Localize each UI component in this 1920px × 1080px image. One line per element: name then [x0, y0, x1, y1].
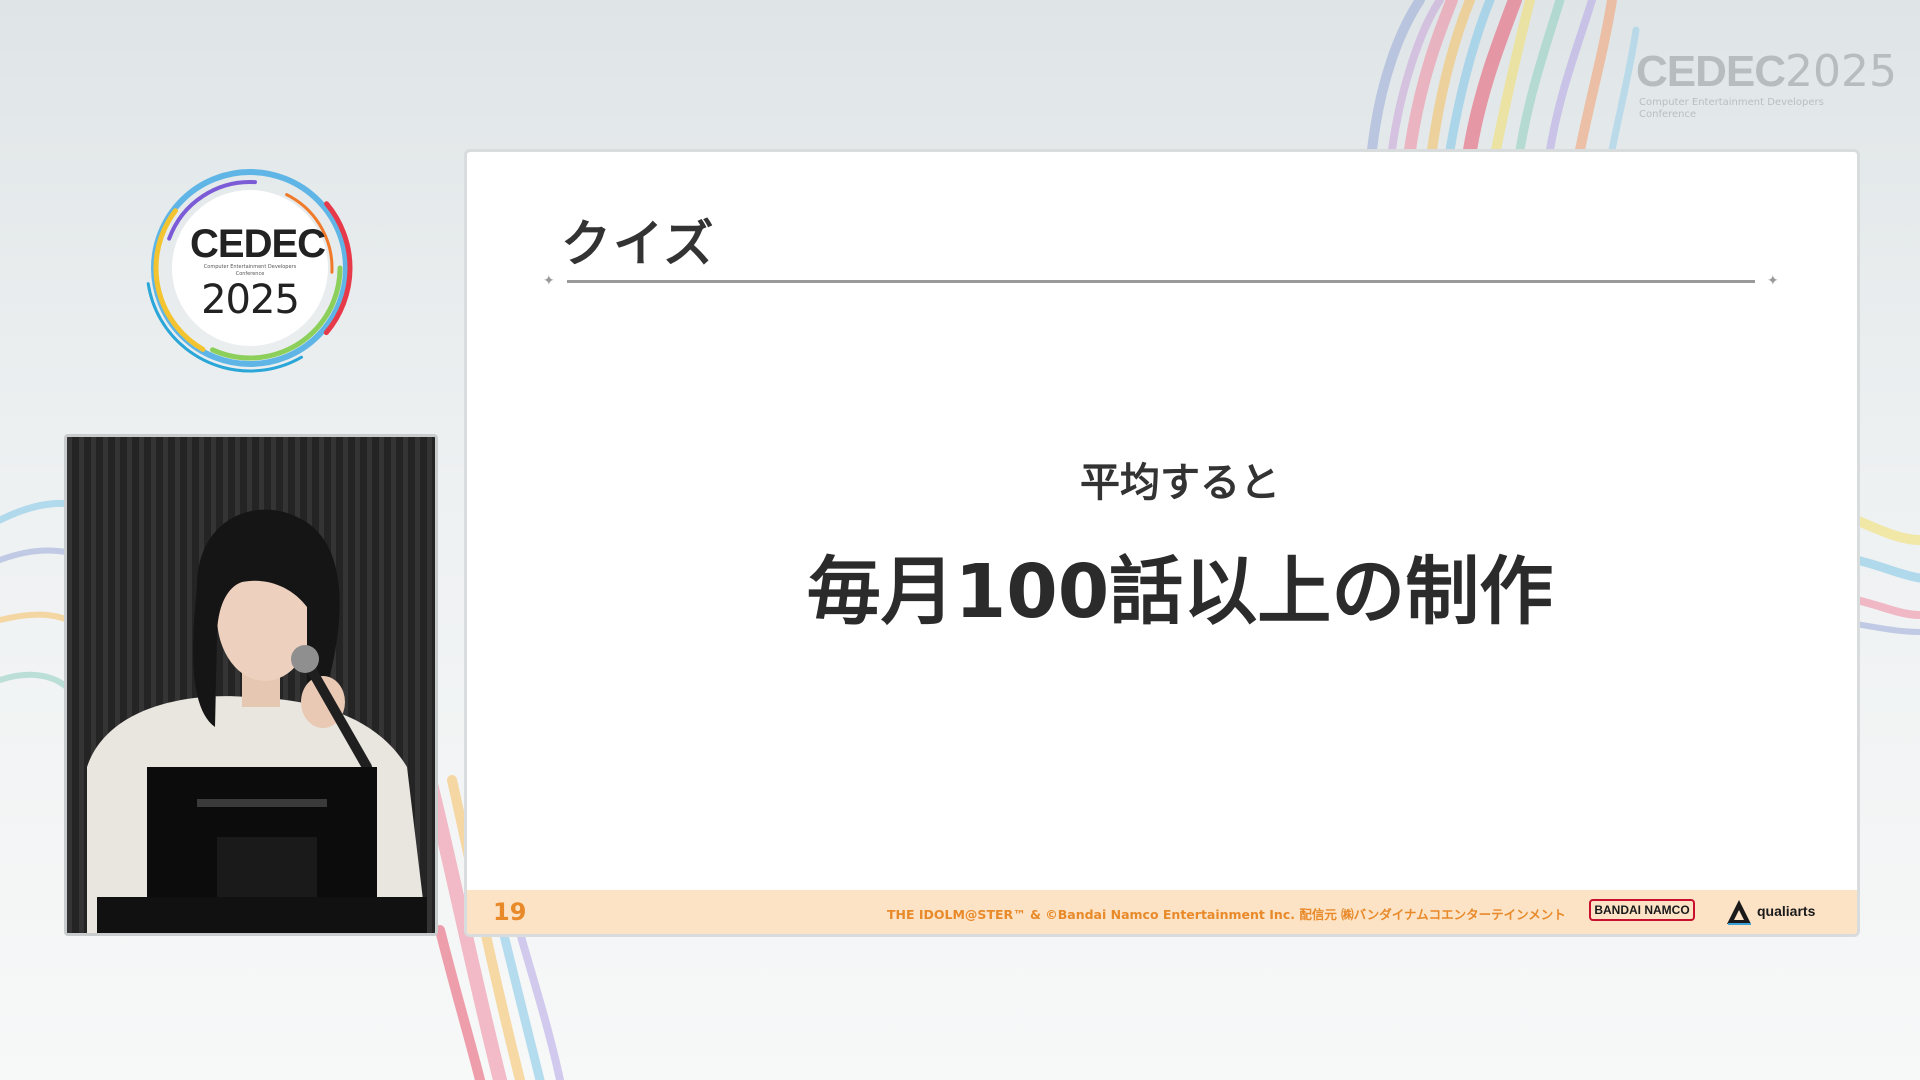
- slide-headline: 毎月100話以上の制作: [806, 549, 1554, 635]
- page-number: 19: [493, 898, 527, 926]
- corner-cedec-logo: CEDEC2025 Computer Entertainment Develop…: [1636, 46, 1897, 120]
- round-logo-year: 2025: [201, 277, 300, 323]
- presentation-slide: クイズ ✦ ✦ 平均すると 毎月100話以上の制作 19 THE IDOLM@S…: [464, 149, 1860, 937]
- rule-diamond-left-icon: ✦: [543, 273, 555, 289]
- corner-logo-brand: CEDEC: [1636, 47, 1786, 96]
- qualiarts-wordmark: qualiarts: [1757, 903, 1816, 919]
- title-divider: [567, 280, 1755, 283]
- bandai-namco-logo: BANDAI NAMCO: [1589, 899, 1695, 921]
- speaker-video: [64, 434, 438, 936]
- qualiarts-triangle-icon: [1727, 900, 1751, 925]
- slide-footer: 19 THE IDOLM@STER™ & ©Bandai Namco Enter…: [467, 890, 1857, 934]
- corner-logo-year: 2025: [1785, 46, 1898, 97]
- round-logo-brand: CEDEC: [190, 222, 326, 266]
- copyright-notice: THE IDOLM@STER™ & ©Bandai Namco Entertai…: [887, 907, 1566, 922]
- slide-title: クイズ: [561, 215, 716, 273]
- cedec-round-logo: CEDEC Computer Entertainment Developers …: [140, 158, 360, 378]
- speaker-video-frame: [67, 437, 435, 933]
- rule-diamond-right-icon: ✦: [1767, 273, 1779, 289]
- round-logo-subtitle: Computer Entertainment Developers Confer…: [203, 264, 297, 277]
- corner-logo-subtitle: Computer Entertainment Developers Confer…: [1639, 97, 1824, 120]
- qualiarts-logo: qualiarts: [1725, 898, 1825, 926]
- slide-lead-text: 平均すると: [1080, 460, 1280, 506]
